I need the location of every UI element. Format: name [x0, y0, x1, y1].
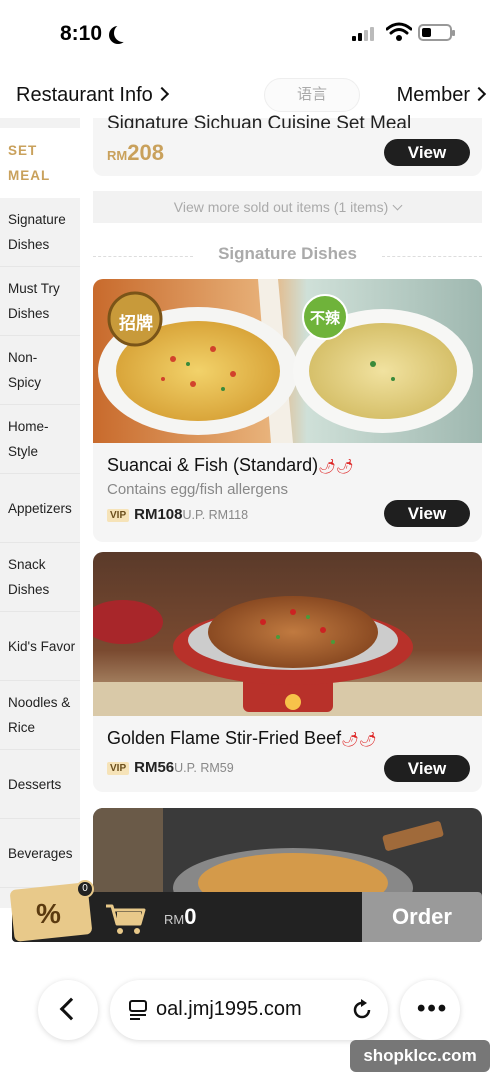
- signature-badge: 招牌: [119, 314, 153, 334]
- sidebar-item-must-try[interactable]: Must Try Dishes: [0, 267, 80, 336]
- member-link[interactable]: Member: [396, 84, 487, 107]
- dish-image: 招牌 不辣: [93, 279, 482, 443]
- percent-icon: %: [36, 898, 61, 929]
- unit-price: U.P. RM118: [182, 508, 249, 522]
- sidebar-item-noodles-rice[interactable]: Noodles & Rice: [0, 681, 80, 750]
- cart-total: RM0: [164, 904, 196, 930]
- chevron-left-icon: [59, 997, 83, 1021]
- sidebar-item-label: Beverages: [8, 845, 73, 861]
- sidebar-item-label: Appetizers: [8, 500, 72, 516]
- price-row: VIP RM56U.P. RM59: [107, 759, 234, 776]
- sold-out-label: View more sold out items (1 items): [173, 199, 389, 215]
- sidebar-item-signature-dishes[interactable]: Signature Dishes: [0, 198, 80, 267]
- sidebar-item-label: Snack Dishes: [8, 557, 50, 597]
- vip-price: RM56: [134, 759, 175, 776]
- view-button[interactable]: View: [384, 500, 470, 527]
- sidebar-item-label: Kid's Favor: [8, 638, 76, 654]
- reader-icon[interactable]: [128, 1000, 150, 1020]
- dish-image: [93, 552, 482, 716]
- coupon-count-badge: 0: [76, 880, 94, 898]
- view-button[interactable]: View: [384, 139, 470, 166]
- sidebar-item-kids-favor[interactable]: Kid's Favor: [0, 612, 80, 681]
- dish-name: Suancai & Fish (Standard)🌶🌶: [107, 455, 354, 476]
- allergen-note: Contains egg/fish allergens: [107, 481, 288, 498]
- back-button[interactable]: [38, 980, 98, 1040]
- set-meal-title: Signature Sichuan Cuisine Set Meal: [107, 113, 412, 128]
- set-meal-card[interactable]: Signature Sichuan Cuisine Set Meal RM208…: [93, 113, 482, 176]
- coupon-button[interactable]: % 0: [9, 880, 94, 942]
- reload-icon[interactable]: [350, 998, 374, 1022]
- section-title: Signature Dishes: [93, 244, 482, 264]
- sidebar-item-label: Signature Dishes: [8, 212, 66, 252]
- sidebar-item-appetizers[interactable]: Appetizers: [0, 474, 80, 543]
- vip-badge: VIP: [107, 761, 130, 775]
- set-meal-price: RM208: [107, 140, 164, 166]
- price-value: 208: [127, 140, 164, 165]
- moon-icon: [114, 24, 132, 42]
- dish-name-text: Suancai & Fish (Standard): [107, 455, 319, 475]
- dish-card[interactable]: 招牌 不辣 Suancai & Fish (Standard)🌶🌶 Contai…: [93, 279, 482, 542]
- signal-icon: [352, 27, 378, 41]
- battery-icon: [418, 24, 455, 41]
- unit-price: U.P. RM59: [174, 761, 234, 775]
- price-row: VIP RM108U.P. RM118: [107, 506, 248, 523]
- sidebar-item-snack-dishes[interactable]: Snack Dishes: [0, 543, 80, 612]
- sidebar-item-beverages[interactable]: Beverages: [0, 819, 80, 888]
- dish-card[interactable]: Golden Flame Stir-Fried Beef🌶🌶 VIP RM56U.…: [93, 552, 482, 792]
- chili-icon: 🌶🌶: [318, 458, 354, 474]
- view-button[interactable]: View: [384, 755, 470, 782]
- language-button[interactable]: 语言: [264, 78, 360, 112]
- sidebar-item-non-spicy[interactable]: Non-Spicy: [0, 336, 80, 405]
- address-bar[interactable]: oal.jmj1995.com: [110, 980, 388, 1040]
- sidebar-item-set-meal[interactable]: SET MEAL: [0, 128, 80, 198]
- dish-name-text: Golden Flame Stir-Fried Beef: [107, 728, 342, 748]
- status-time: 8:10: [60, 22, 103, 45]
- dish-card[interactable]: [93, 808, 482, 898]
- currency-label: RM: [107, 148, 128, 163]
- sidebar-item-label: Must Try Dishes: [8, 281, 60, 321]
- watermark: shopklcc.com: [350, 1040, 490, 1072]
- dish-image: [93, 808, 482, 898]
- shopping-cart-icon[interactable]: [104, 902, 148, 936]
- wifi-icon: [386, 22, 412, 41]
- vip-badge: VIP: [107, 508, 130, 522]
- sidebar-item-home-style[interactable]: Home-Style: [0, 405, 80, 474]
- category-sidebar: SET MEAL Signature Dishes Must Try Dishe…: [0, 118, 80, 908]
- sidebar-item-label: Desserts: [8, 776, 62, 792]
- sidebar-item-label: SET MEAL: [8, 143, 51, 183]
- chevron-right-icon: [471, 86, 487, 102]
- sidebar-item-label: Non-Spicy: [8, 350, 42, 390]
- currency-label: RM: [164, 912, 185, 927]
- restaurant-info-label: Restaurant Info: [16, 84, 153, 106]
- view-sold-out-button[interactable]: View more sold out items (1 items): [93, 191, 482, 223]
- member-label: Member: [396, 84, 470, 106]
- restaurant-info-link[interactable]: Restaurant Info: [16, 84, 169, 107]
- chili-icon: 🌶🌶: [341, 731, 377, 747]
- status-bar: 8:10: [0, 0, 498, 66]
- url-text: oal.jmj1995.com: [156, 998, 302, 1020]
- chevron-down-icon: [392, 200, 403, 211]
- sidebar-item-label: Noodles & Rice: [8, 695, 71, 735]
- sidebar-item-label: Home-Style: [8, 419, 49, 459]
- non-spicy-badge: 不辣: [310, 309, 341, 327]
- chevron-right-icon: [154, 86, 169, 102]
- more-icon: •••: [417, 995, 449, 1022]
- vip-price: RM108: [134, 506, 183, 523]
- order-button[interactable]: Order: [362, 892, 482, 942]
- sidebar-item-desserts[interactable]: Desserts: [0, 750, 80, 819]
- total-value: 0: [184, 904, 197, 929]
- more-button[interactable]: •••: [400, 980, 460, 1040]
- dish-name: Golden Flame Stir-Fried Beef🌶🌶: [107, 728, 377, 749]
